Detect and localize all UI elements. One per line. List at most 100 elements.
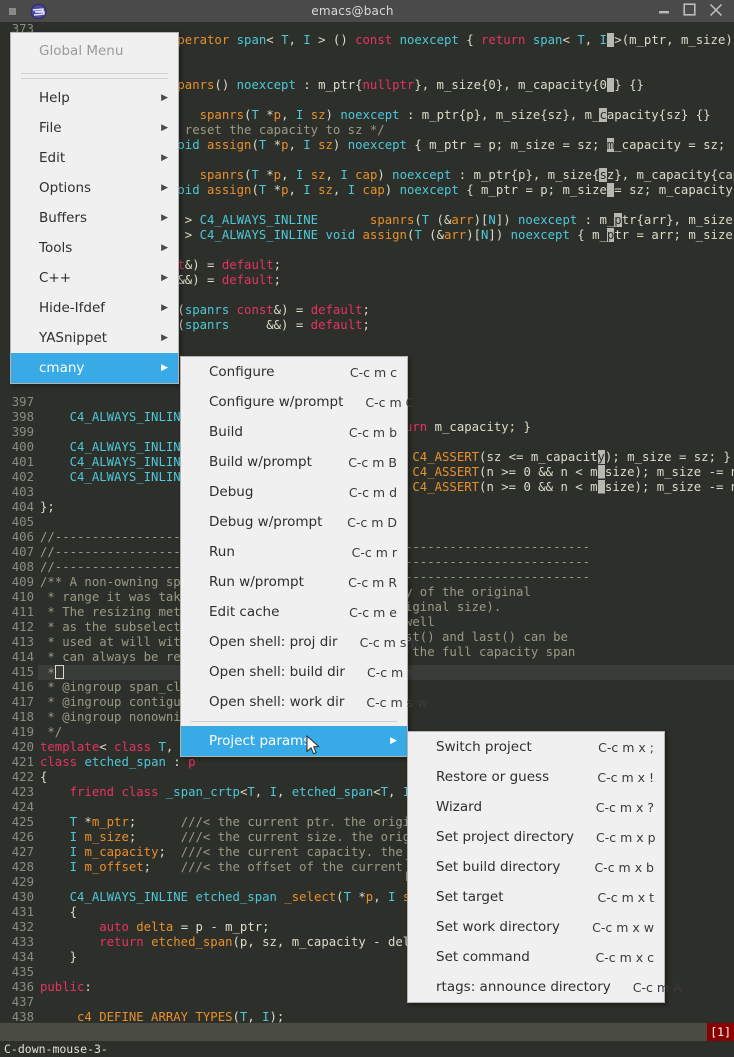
- close-icon[interactable]: [709, 3, 723, 20]
- menu-item-label: Buffers: [39, 210, 88, 226]
- menu-item-options[interactable]: Options ▶: [11, 173, 178, 203]
- menu-item-label: Project params: [209, 733, 311, 749]
- menu-item-hide-ifdef[interactable]: Hide-Ifdef ▶: [11, 293, 178, 323]
- menu-item-shortcut: C-c m x c: [595, 949, 654, 965]
- menu-item-file[interactable]: File ▶: [11, 113, 178, 143]
- menu-item-shortcut: C-c m c: [349, 364, 397, 380]
- project-param-item-set-build-directory[interactable]: Set build directory C-c m x b: [408, 852, 664, 882]
- global-menu-items: Help ▶ File ▶ Edit ▶ Options ▶ Buffers ▶ Tools ▶ C++…: [11, 83, 178, 383]
- chevron-right-icon: ▶: [161, 272, 168, 283]
- menu-item-shortcut: C-c m x w: [592, 919, 654, 935]
- menu-item-label: Set command: [436, 949, 530, 965]
- chevron-right-icon: ▶: [161, 152, 168, 163]
- window-menu-dot[interactable]: [9, 7, 16, 15]
- project-params-menu-items: Switch project C-c m x ; Restore or guess C…: [408, 732, 682, 1002]
- menu-item-label: Run w/prompt: [209, 574, 304, 590]
- project-param-item-rtags-announce-directory[interactable]: rtags: announce directory C-c m A: [408, 972, 682, 1002]
- cmany-item-build[interactable]: Build C-c m b: [181, 417, 407, 447]
- menu-item-yasnippet[interactable]: YASnippet ▶: [11, 323, 178, 353]
- cmany-item-build-w-prompt[interactable]: Build w/prompt C-c m B: [181, 447, 407, 477]
- menu-item-label: Edit cache: [209, 604, 280, 620]
- menu-item-label: Set target: [436, 889, 504, 905]
- menu-item-label: cmany: [39, 360, 85, 376]
- menu-item-label: Hide-Ifdef: [39, 300, 106, 316]
- menu-item-label: Open shell: work dir: [209, 694, 345, 710]
- emacs-icon: [30, 3, 47, 20]
- project-param-item-set-target[interactable]: Set target C-c m x t: [408, 882, 664, 912]
- menu-item-shortcut: C-c m C: [365, 394, 415, 410]
- modeline-flag-badge: [1]: [707, 1023, 734, 1041]
- menu-item-label: Options: [39, 180, 92, 196]
- cmany-item-debug-w-prompt[interactable]: Debug w/prompt C-c m D: [181, 507, 407, 537]
- window-title: emacs@bach: [311, 4, 394, 18]
- cmany-item-debug[interactable]: Debug C-c m d: [181, 477, 407, 507]
- menu-item-shortcut: C-c m s w: [366, 694, 428, 710]
- cmany-item-run-w-prompt[interactable]: Run w/prompt C-c m R: [181, 567, 407, 597]
- minimize-icon[interactable]: [658, 4, 670, 19]
- menu-item-shortcut: C-c m x p: [596, 829, 656, 845]
- menu-item-label: Debug: [209, 484, 254, 500]
- cmany-item-open-shell-build-dir[interactable]: Open shell: build dir C-c m s d: [181, 657, 426, 687]
- menu-item-edit[interactable]: Edit ▶: [11, 143, 178, 173]
- menu-separator: [21, 73, 168, 74]
- cmany-item-project-params[interactable]: Project params ▶: [181, 726, 407, 756]
- menu-item-label: Edit: [39, 150, 66, 166]
- project-param-item-wizard[interactable]: Wizard C-c m x ?: [408, 792, 664, 822]
- menu-separator: [191, 721, 397, 722]
- cmany-item-configure-w-prompt[interactable]: Configure w/prompt C-c m C: [181, 387, 414, 417]
- project-param-item-switch-project[interactable]: Switch project C-c m x ;: [408, 732, 664, 762]
- menu-item-shortcut: C-c m r: [351, 544, 397, 560]
- menu-item-shortcut: C-c m e: [349, 604, 397, 620]
- chevron-right-icon: ▶: [161, 242, 168, 253]
- cmany-menu-items: Configure C-c m c Configure w/prompt C-c m …: [181, 357, 427, 756]
- menu-item-label: rtags: announce directory: [436, 979, 611, 995]
- global-menu-header: Global Menu: [39, 43, 124, 59]
- chevron-right-icon: ▶: [161, 332, 168, 343]
- menu-item-c[interactable]: C++ ▶: [11, 263, 178, 293]
- cmany-item-edit-cache[interactable]: Edit cache C-c m e: [181, 597, 407, 627]
- chevron-right-icon: ▶: [161, 302, 168, 313]
- chevron-right-icon: ▶: [161, 122, 168, 133]
- project-param-item-restore-or-guess[interactable]: Restore or guess C-c m x !: [408, 762, 664, 792]
- menu-item-label: Configure: [209, 364, 275, 380]
- cmany-menu-panel[interactable]: Configure C-c m c Configure w/prompt C-c m …: [180, 356, 427, 757]
- menu-item-label: Open shell: proj dir: [209, 634, 338, 650]
- project-params-menu-panel[interactable]: Switch project C-c m x ; Restore or guess C…: [407, 731, 682, 1003]
- global-menu-panel[interactable]: Global Menu Help ▶ File ▶ Edit ▶ Options ▶ Buffe…: [10, 32, 179, 384]
- menu-item-cmany[interactable]: cmany ▶: [11, 353, 178, 383]
- project-param-item-set-project-directory[interactable]: Set project directory C-c m x p: [408, 822, 664, 852]
- cmany-item-open-shell-proj-dir[interactable]: Open shell: proj dir C-c m s p: [181, 627, 418, 657]
- window-controls: [658, 3, 723, 20]
- menu-item-shortcut: C-c m x ?: [595, 799, 654, 815]
- menu-separator: [21, 78, 168, 79]
- chevron-right-icon: ▶: [161, 92, 168, 103]
- menu-item-shortcut: C-c m x t: [597, 889, 654, 905]
- menu-item-label: Open shell: build dir: [209, 664, 345, 680]
- window-titlebar: emacs@bach: [0, 0, 734, 22]
- menu-item-label: Switch project: [436, 739, 532, 755]
- project-param-item-set-command[interactable]: Set command C-c m x c: [408, 942, 664, 972]
- chevron-right-icon: ▶: [161, 212, 168, 223]
- menu-item-label: Debug w/prompt: [209, 514, 323, 530]
- menu-item-label: C++: [39, 270, 72, 286]
- maximize-icon[interactable]: [683, 3, 696, 19]
- cmany-item-open-shell-work-dir[interactable]: Open shell: work dir C-c m s w: [181, 687, 427, 717]
- chevron-right-icon: ▶: [161, 182, 168, 193]
- menu-item-label: File: [39, 120, 62, 136]
- menu-item-tools[interactable]: Tools ▶: [11, 233, 178, 263]
- menu-item-help[interactable]: Help ▶: [11, 83, 178, 113]
- menu-item-shortcut: C-c m A: [632, 979, 682, 995]
- menu-item-label: Wizard: [436, 799, 483, 815]
- cmany-item-configure[interactable]: Configure C-c m c: [181, 357, 407, 387]
- menu-item-buffers[interactable]: Buffers ▶: [11, 203, 178, 233]
- cmany-item-run[interactable]: Run C-c m r: [181, 537, 407, 567]
- menu-item-label: YASnippet: [39, 330, 108, 346]
- menu-item-label: Configure w/prompt: [209, 394, 344, 410]
- mouse-cursor-icon: [306, 735, 322, 757]
- menu-item-shortcut: C-c m x ;: [598, 739, 654, 755]
- menu-item-shortcut: C-c m s d: [366, 664, 426, 680]
- chevron-right-icon: ▶: [390, 735, 397, 746]
- project-param-item-set-work-directory[interactable]: Set work directory C-c m x w: [408, 912, 664, 942]
- menu-item-shortcut: C-c m d: [348, 484, 397, 500]
- menu-item-label: Set project directory: [436, 829, 574, 845]
